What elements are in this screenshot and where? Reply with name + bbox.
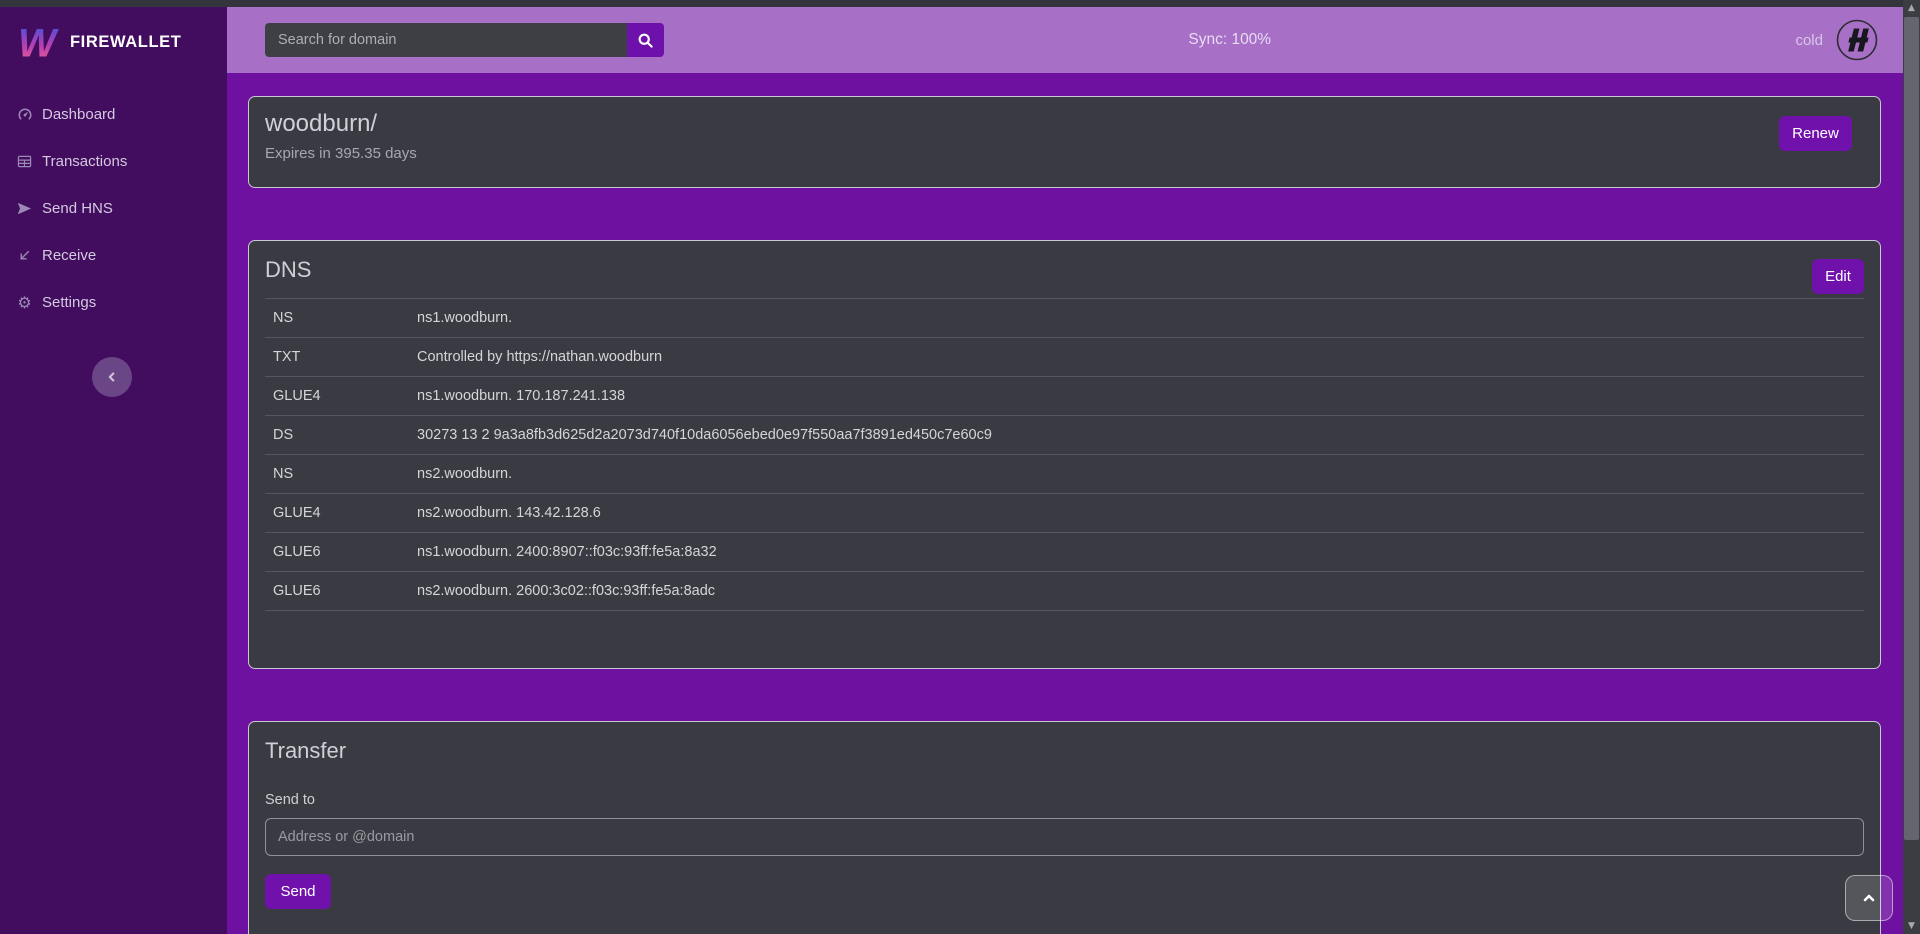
firewallet-logo-icon: W [14,19,60,65]
domain-title: woodburn/ [265,110,1864,138]
domain-expiry: Expires in 395.35 days [265,145,1864,162]
speedometer-icon [16,106,33,123]
dns-record-row: DS 30273 13 2 9a3a8fb3d625d2a2073d740f10… [265,416,1864,455]
sidebar-item-transactions[interactable]: Transactions [0,138,227,185]
scrollbar-down-arrow-icon[interactable]: ▼ [1903,921,1920,931]
dns-card: DNS Edit NS ns1.woodburn. TXT Controlled… [248,240,1881,669]
edit-dns-button[interactable]: Edit [1812,259,1864,294]
wallet-area[interactable]: cold [1795,18,1879,62]
chevron-left-icon [105,370,119,384]
window-top-strip [0,0,1920,7]
transfer-card: Transfer Send to Send [248,721,1881,934]
search-input[interactable] [265,23,627,57]
sidebar-menu: Dashboard Transactions Send HNS [0,91,227,326]
dns-record-row: GLUE4 ns2.woodburn. 143.42.128.6 [265,494,1864,533]
handshake-logo-icon[interactable] [1835,18,1879,62]
gear-icon: ⚙ [16,294,33,311]
dns-record-value: ns1.woodburn. 170.187.241.138 [409,377,1864,416]
send-transfer-button[interactable]: Send [265,874,331,909]
dns-record-value: Controlled by https://nathan.woodburn [409,338,1864,377]
sidebar: W FIREWALLET Dashboard Transactions [0,7,227,934]
dns-records-table: NS ns1.woodburn. TXT Controlled by https… [265,298,1864,611]
scrollbar-thumb[interactable] [1904,17,1919,840]
dns-record-row: TXT Controlled by https://nathan.woodbur… [265,338,1864,377]
search-icon [637,32,654,49]
brand-name: FIREWALLET [70,33,181,52]
dns-record-row: NS ns1.woodburn. [265,299,1864,338]
dns-record-type: DS [265,416,409,455]
domain-search-form [265,23,664,57]
brand[interactable]: W FIREWALLET [0,7,227,65]
receive-arrow-icon [16,247,33,264]
wallet-name: cold [1795,32,1823,49]
sync-status: Sync: 100% [664,31,1795,49]
dns-record-type: GLUE4 [265,377,409,416]
dns-record-value: ns1.woodburn. [409,299,1864,338]
dns-record-value: ns2.woodburn. 2600:3c02::f03c:93ff:fe5a:… [409,572,1864,611]
dns-record-value: 30273 13 2 9a3a8fb3d625d2a2073d740f10da6… [409,416,1864,455]
sidebar-item-receive[interactable]: Receive [0,232,227,279]
dns-record-value: ns2.woodburn. 143.42.128.6 [409,494,1864,533]
domain-card: woodburn/ Expires in 395.35 days Renew [248,96,1881,188]
collapse-sidebar-button[interactable] [92,357,132,397]
dns-record-value: ns1.woodburn. 2400:8907::f03c:93ff:fe5a:… [409,533,1864,572]
dns-title: DNS [265,254,1864,283]
topbar: Sync: 100% cold [227,7,1903,73]
send-icon [16,200,33,217]
dns-record-type: TXT [265,338,409,377]
dns-record-row: GLUE4 ns1.woodburn. 170.187.241.138 [265,377,1864,416]
dns-record-row: NS ns2.woodburn. [265,455,1864,494]
main-content: woodburn/ Expires in 395.35 days Renew D… [227,73,1903,934]
chevron-up-icon [1861,890,1877,906]
dns-record-value: ns2.woodburn. [409,455,1864,494]
sidebar-item-label: Transactions [42,153,127,170]
send-to-label: Send to [265,792,1864,808]
dns-record-type: GLUE6 [265,533,409,572]
renew-button[interactable]: Renew [1779,116,1852,151]
dns-record-type: NS [265,299,409,338]
sidebar-item-send-hns[interactable]: Send HNS [0,185,227,232]
scroll-to-top-button[interactable] [1845,875,1893,921]
sidebar-item-label: Dashboard [42,106,115,123]
transfer-title: Transfer [265,735,1864,764]
vertical-scrollbar[interactable]: ▲ ▼ [1903,0,1920,934]
dns-record-type: GLUE6 [265,572,409,611]
dns-record-type: NS [265,455,409,494]
sidebar-item-settings[interactable]: ⚙ Settings [0,279,227,326]
scrollbar-up-arrow-icon[interactable]: ▲ [1903,3,1920,13]
sidebar-item-dashboard[interactable]: Dashboard [0,91,227,138]
sidebar-item-label: Settings [42,294,96,311]
svg-text:W: W [18,20,59,65]
table-icon [16,153,33,170]
dns-record-type: GLUE4 [265,494,409,533]
sidebar-item-label: Receive [42,247,96,264]
sidebar-item-label: Send HNS [42,200,113,217]
dns-record-row: GLUE6 ns1.woodburn. 2400:8907::f03c:93ff… [265,533,1864,572]
dns-record-row: GLUE6 ns2.woodburn. 2600:3c02::f03c:93ff… [265,572,1864,611]
search-button[interactable] [627,23,664,57]
transfer-address-input[interactable] [265,818,1864,856]
